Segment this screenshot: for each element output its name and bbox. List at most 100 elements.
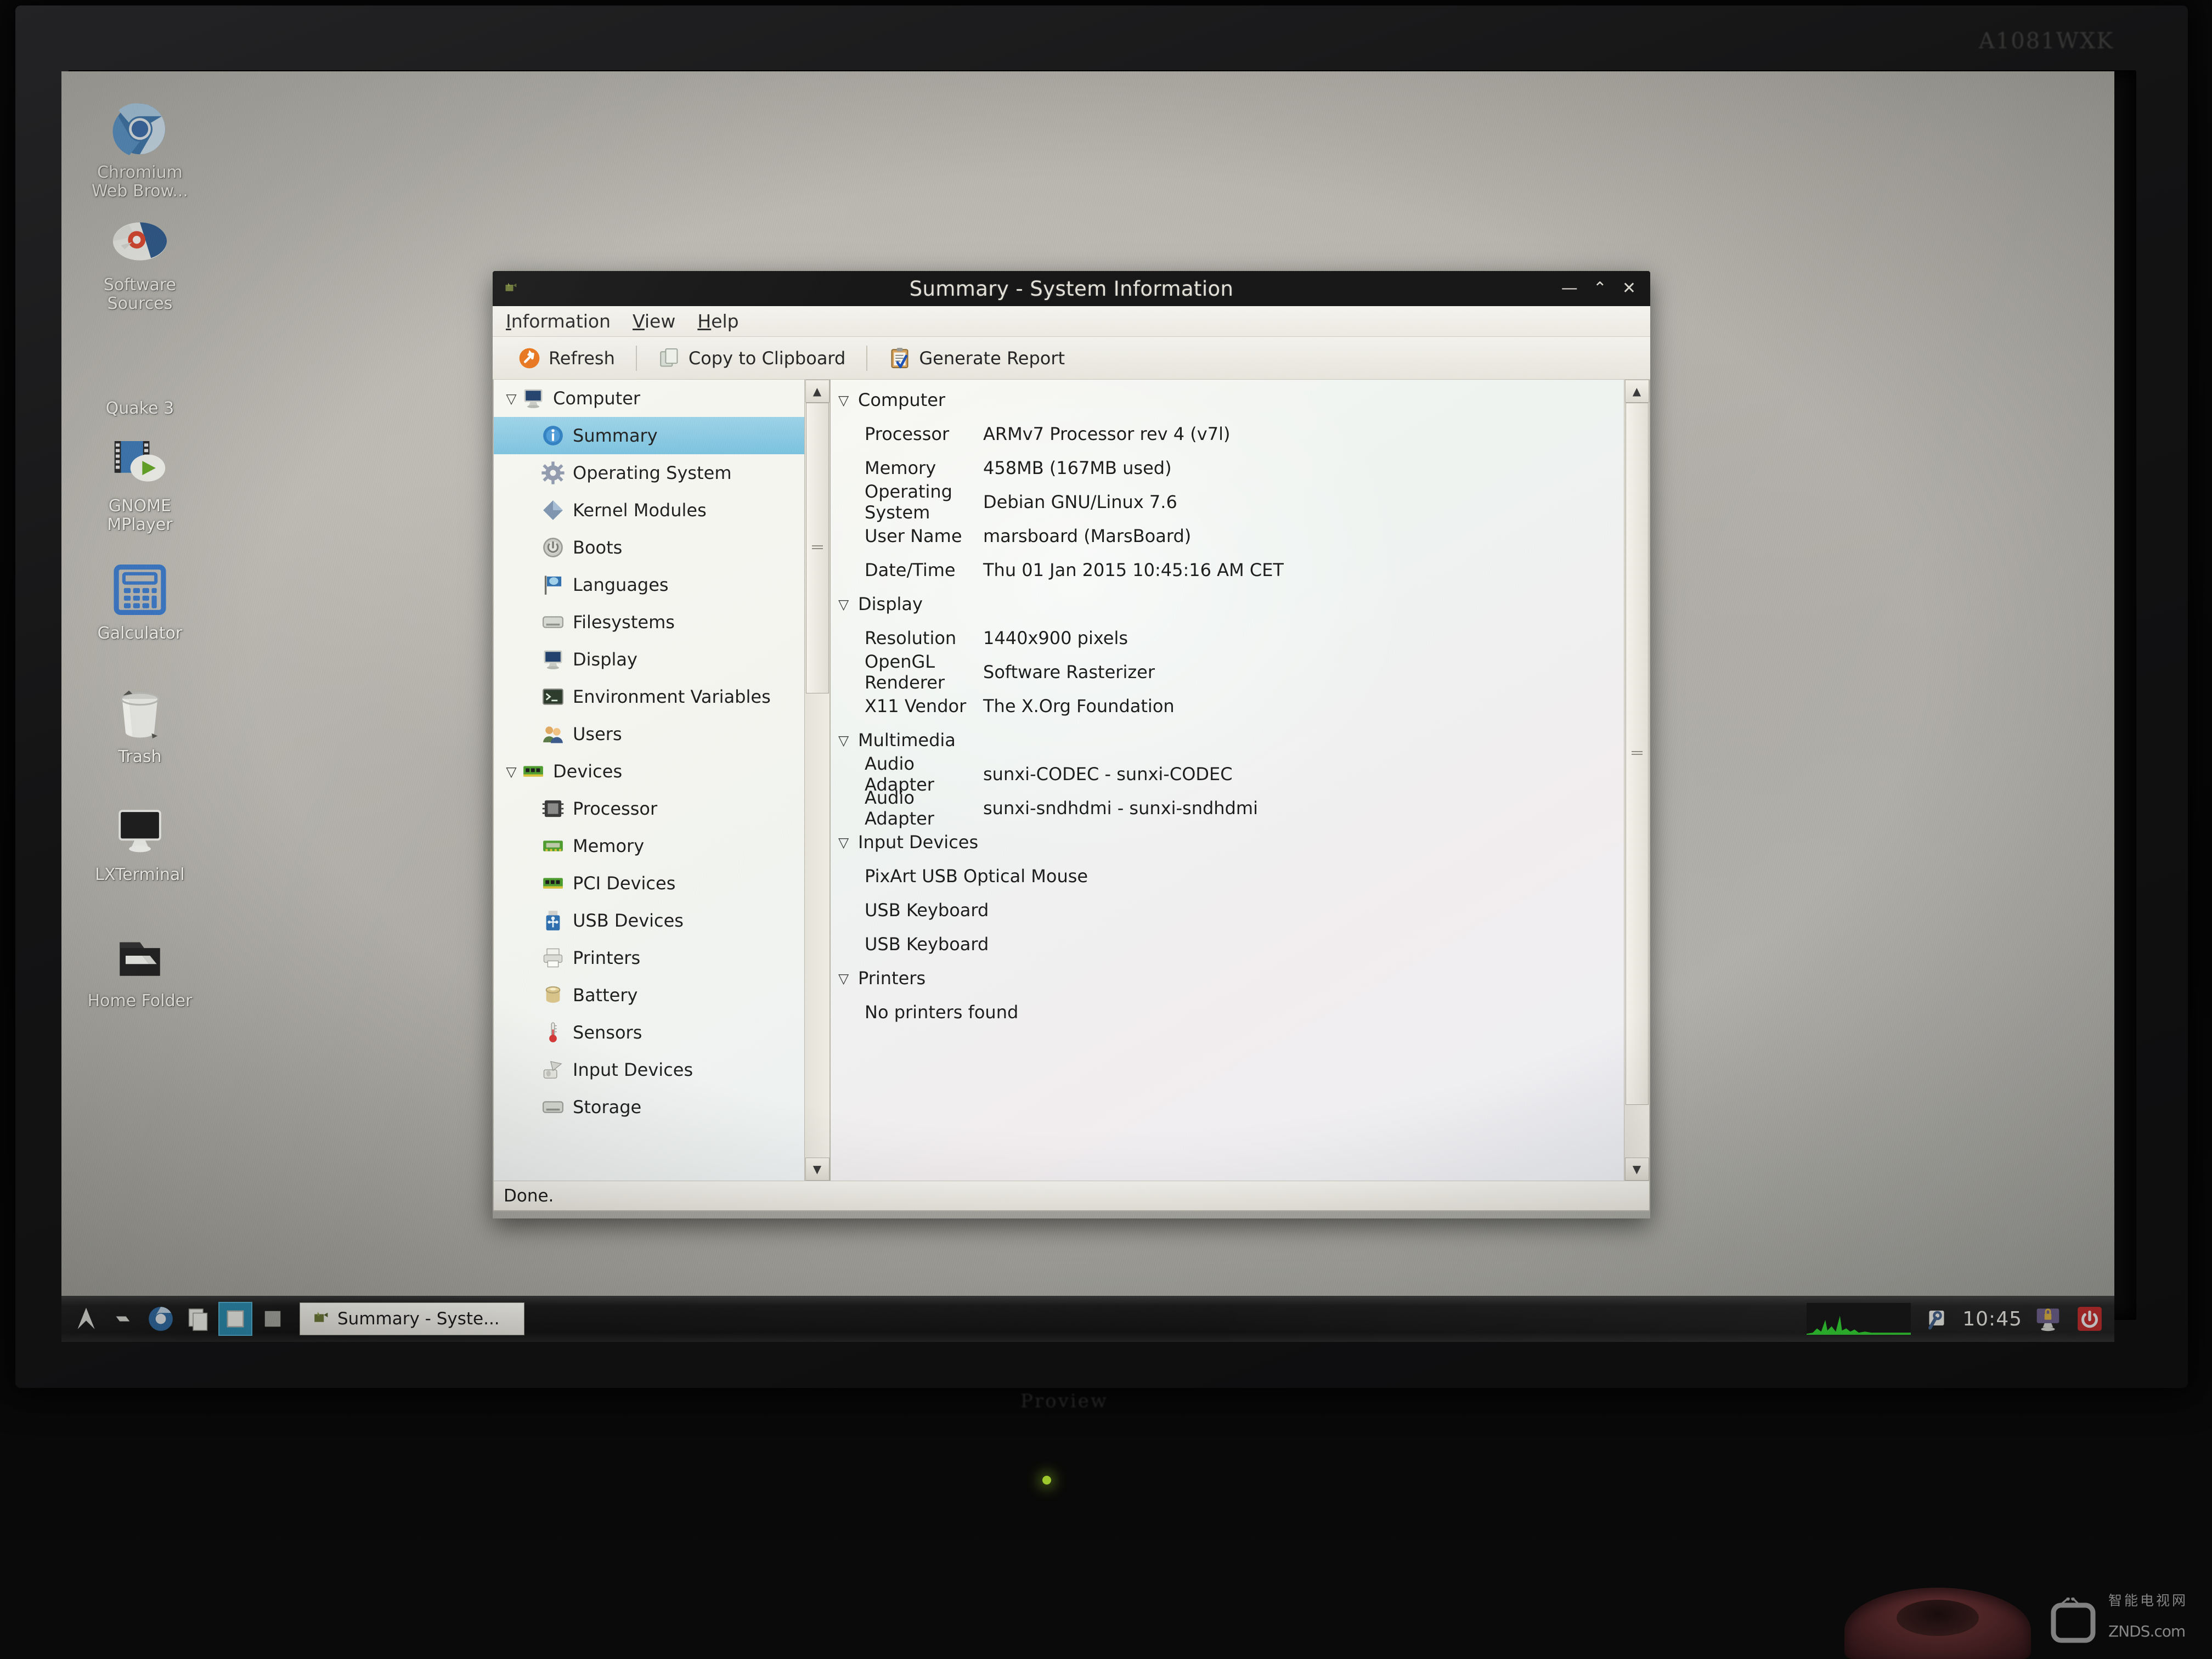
toolbar-separator bbox=[866, 345, 868, 371]
tree-scroll-down-button[interactable]: ▼ bbox=[805, 1158, 830, 1181]
maximize-button[interactable]: ⌃ bbox=[1593, 280, 1607, 297]
generate-report-button[interactable]: Generate Report bbox=[876, 343, 1077, 373]
tree-item-printers[interactable]: Printers bbox=[494, 939, 804, 977]
watermark-text: 智能电视网 ZNDS.com bbox=[2108, 1590, 2188, 1644]
info-row: OpenGL Renderer Software Rasterizer bbox=[831, 651, 1624, 693]
info-scroll-down-button[interactable]: ▼ bbox=[1624, 1158, 1649, 1181]
close-button[interactable]: ✕ bbox=[1622, 280, 1636, 297]
section-twisty[interactable]: ▽ bbox=[838, 732, 858, 748]
lock-screen-icon[interactable] bbox=[2032, 1303, 2064, 1335]
tree-item-computer[interactable]: ▽ Computer bbox=[494, 380, 804, 417]
znds-watermark: 智能电视网 ZNDS.com bbox=[2050, 1590, 2188, 1644]
quake3-icon bbox=[110, 335, 170, 395]
info-section-display[interactable]: ▽ Display bbox=[831, 587, 1624, 621]
desktop-2-icon[interactable] bbox=[256, 1302, 290, 1336]
info-row: PixArt USB Optical Mouse bbox=[831, 859, 1624, 893]
refresh-button[interactable]: Refresh bbox=[506, 343, 627, 373]
show-desktop-icon[interactable] bbox=[106, 1302, 140, 1336]
tree-item-battery[interactable]: Battery bbox=[494, 977, 804, 1014]
info-section-multimedia[interactable]: ▽ Multimedia bbox=[831, 723, 1624, 757]
tree-item-sensors[interactable]: Sensors bbox=[494, 1014, 804, 1051]
copy-to-clipboard-button[interactable]: Copy to Clipboard bbox=[646, 343, 857, 373]
tree-item-environment-variables[interactable]: Environment Variables bbox=[494, 678, 804, 715]
tree-item-languages[interactable]: Languages bbox=[494, 566, 804, 603]
desktop-1-icon[interactable] bbox=[218, 1302, 252, 1336]
watermark-suffix: .com bbox=[2149, 1622, 2186, 1640]
info-section-printers[interactable]: ▽ Printers bbox=[831, 961, 1624, 995]
lxde-menu-icon[interactable] bbox=[69, 1302, 103, 1336]
desktop-icon-label: GNOME MPlayer bbox=[107, 496, 173, 534]
taskbar-window-list: Summary - Syste... bbox=[300, 1302, 524, 1335]
info-scroll-track[interactable] bbox=[1625, 403, 1649, 1158]
info-row: Memory 458MB (167MB used) bbox=[831, 451, 1624, 485]
tree-item-memory[interactable]: Memory bbox=[494, 827, 804, 865]
desktop-icon-software-sources[interactable]: Software Sources bbox=[71, 211, 208, 313]
tree-item-display[interactable]: Display bbox=[494, 641, 804, 678]
info-value: Debian GNU/Linux 7.6 bbox=[983, 492, 1177, 512]
section-twisty[interactable]: ▽ bbox=[838, 834, 858, 850]
desktop-icon-galculator[interactable]: Galculator bbox=[71, 560, 208, 643]
info-scrollbar[interactable]: ▲ ▼ bbox=[1624, 380, 1649, 1181]
tree-item-summary[interactable]: Summary bbox=[494, 417, 804, 454]
desktop-icon-trash[interactable]: Trash bbox=[71, 683, 208, 766]
copy-icon bbox=[660, 348, 678, 366]
desktop-icon-gnome-mplayer[interactable]: GNOME MPlayer bbox=[71, 432, 208, 534]
info-key: X11 Vendor bbox=[865, 696, 967, 716]
clock[interactable]: 10:45 bbox=[1962, 1308, 2022, 1330]
info-scroll-up-button[interactable]: ▲ bbox=[1624, 380, 1649, 403]
desktop-icon-home-folder[interactable]: Home Folder bbox=[71, 927, 208, 1011]
information-pane: ▽ Computer Processor ARMv7 Processor rev 4 … bbox=[831, 380, 1649, 1181]
tree-twisty[interactable]: ▽ bbox=[501, 764, 521, 780]
info-key: User Name bbox=[865, 526, 962, 546]
software-sources-icon bbox=[110, 211, 170, 272]
section-twisty[interactable]: ▽ bbox=[838, 596, 858, 612]
tree-item-kernel-modules[interactable]: Kernel Modules bbox=[494, 492, 804, 529]
volume-icon[interactable] bbox=[1921, 1303, 1953, 1335]
info-key: Memory bbox=[865, 458, 936, 478]
tree-scrollbar[interactable]: ▲ ▼ bbox=[804, 380, 830, 1181]
tree-item-processor[interactable]: Processor bbox=[494, 790, 804, 827]
desktop-icon-quake3[interactable]: Quake 3 bbox=[71, 335, 208, 418]
tree-twisty[interactable]: ▽ bbox=[501, 391, 521, 407]
tree-item-operating-system[interactable]: Operating System bbox=[494, 454, 804, 492]
menu-view[interactable]: View bbox=[633, 311, 675, 332]
minimize-button[interactable]: — bbox=[1561, 280, 1578, 297]
tree-scroll-track[interactable] bbox=[805, 403, 830, 1158]
tree-scroll-thumb[interactable] bbox=[805, 403, 829, 693]
section-twisty[interactable]: ▽ bbox=[838, 970, 858, 986]
info-value: No printers found bbox=[865, 1002, 1019, 1023]
tree-scroll-up-button[interactable]: ▲ bbox=[805, 380, 830, 403]
tree-item-usb-devices[interactable]: USB Devices bbox=[494, 902, 804, 939]
tree-item-devices[interactable]: ▽ Devices bbox=[494, 753, 804, 790]
menu-help[interactable]: Help bbox=[697, 311, 738, 332]
tree-item-input-devices[interactable]: Input Devices bbox=[494, 1051, 804, 1088]
section-twisty[interactable]: ▽ bbox=[838, 392, 858, 408]
chromium-launcher-icon[interactable] bbox=[144, 1302, 178, 1336]
desktop-icon-lxterminal[interactable]: LXTerminal bbox=[71, 801, 208, 884]
tree-item-label: Languages bbox=[573, 574, 669, 595]
taskbar-task-button[interactable]: Summary - Syste... bbox=[300, 1302, 524, 1335]
tree-item-label: Environment Variables bbox=[573, 686, 771, 707]
desktop-icon-label: Software Sources bbox=[103, 275, 177, 313]
file-manager-icon[interactable] bbox=[181, 1302, 215, 1336]
info-section-computer[interactable]: ▽ Computer bbox=[831, 383, 1624, 417]
info-value: 458MB (167MB used) bbox=[983, 458, 1172, 478]
terminal-icon bbox=[541, 685, 565, 709]
window-titlebar[interactable]: Summary - System Information — ⌃ ✕ bbox=[493, 271, 1650, 306]
tree-item-boots[interactable]: Boots bbox=[494, 529, 804, 566]
tree-item-users[interactable]: Users bbox=[494, 715, 804, 753]
desktop-icon-chromium[interactable]: Chromium Web Brow... bbox=[71, 99, 208, 200]
tree-item-pci-devices[interactable]: PCI Devices bbox=[494, 865, 804, 902]
info-key: Operating System bbox=[865, 481, 952, 523]
cpu-graph-icon[interactable] bbox=[1807, 1303, 1911, 1335]
tree-item-filesystems[interactable]: Filesystems bbox=[494, 603, 804, 641]
report-icon bbox=[891, 347, 909, 368]
tree-item-storage[interactable]: Storage bbox=[494, 1088, 804, 1126]
logout-icon[interactable] bbox=[2074, 1303, 2106, 1335]
info-section-input-devices[interactable]: ▽ Input Devices bbox=[831, 825, 1624, 859]
menu-information[interactable]: Information bbox=[506, 311, 611, 332]
desktop-icon-label: LXTerminal bbox=[95, 865, 185, 884]
tree-item-label: Memory bbox=[573, 836, 645, 856]
info-scroll-thumb[interactable] bbox=[1625, 403, 1649, 1105]
calculator-icon bbox=[110, 560, 170, 620]
